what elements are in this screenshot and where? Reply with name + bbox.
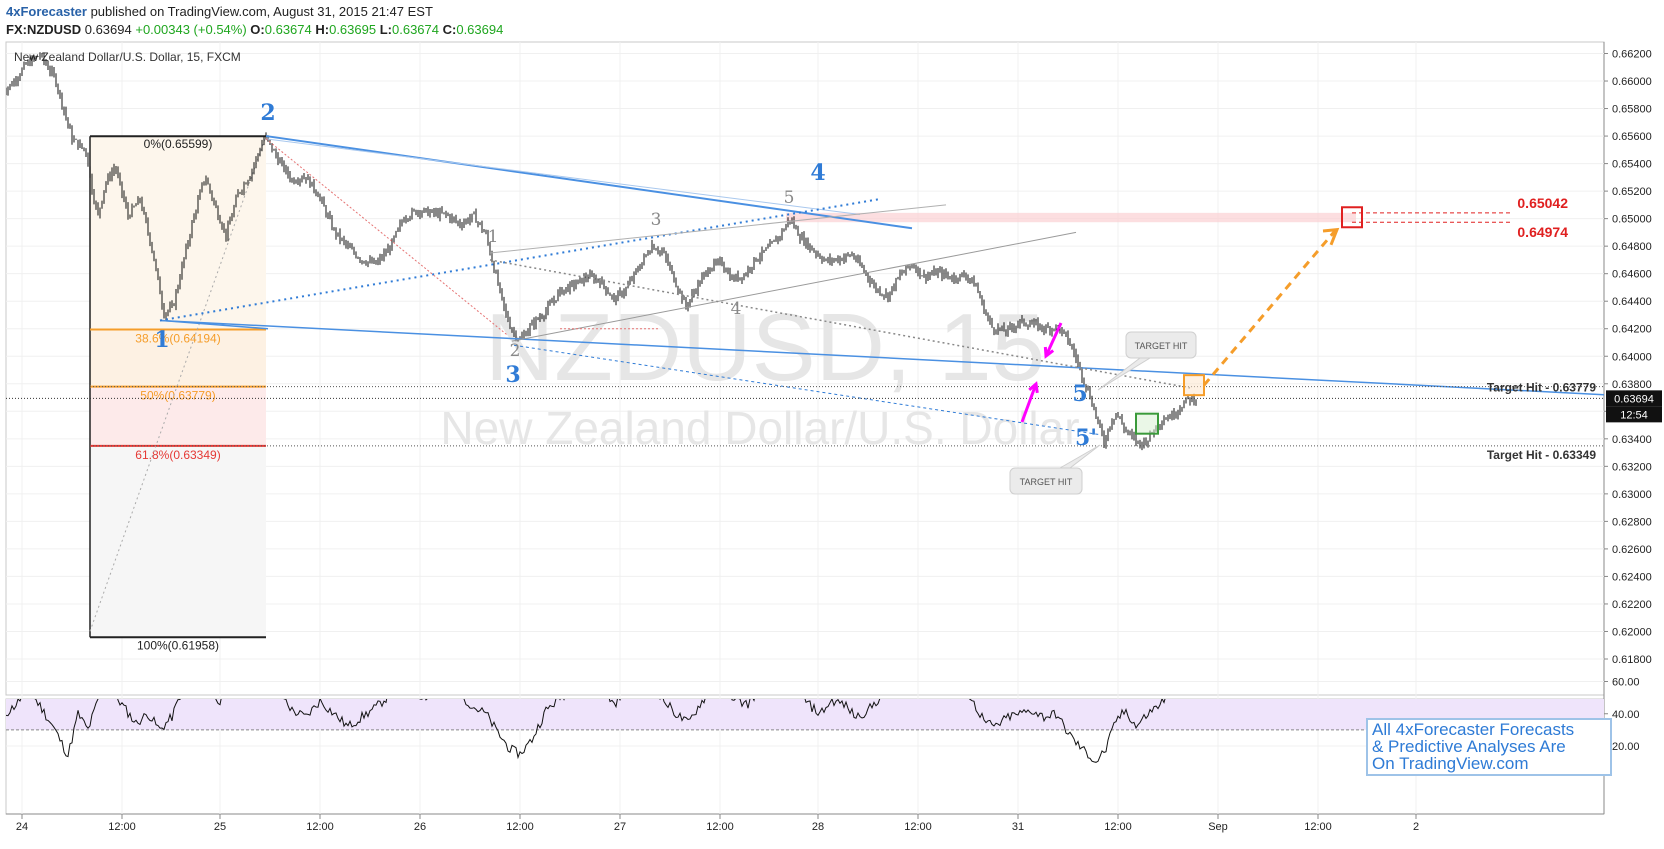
price-tick-label: 0.63200 <box>1612 461 1652 473</box>
callout-upper-label: TARGET HIT <box>1135 341 1188 351</box>
price-tick-label: 0.63000 <box>1612 489 1652 501</box>
target-high-value: 0.65042 <box>1517 195 1568 211</box>
promo-box[interactable]: All 4xForecaster Forecasts & Predictive … <box>1366 718 1612 776</box>
time-tick-label: 24 <box>16 821 28 833</box>
orange-box <box>1183 374 1205 397</box>
target-hit-upper-label: Target Hit - 0.63779 <box>1487 381 1596 395</box>
promo-line-1: All 4xForecaster Forecasts <box>1372 720 1575 739</box>
time-tick-label: 2 <box>1413 821 1419 833</box>
callout-lower-label: TARGET HIT <box>1020 477 1073 487</box>
target-low-value: 0.64974 <box>1517 224 1568 240</box>
open-value: 0.63674 <box>264 22 312 37</box>
publisher-link[interactable]: 4xForecaster <box>6 4 87 19</box>
price-tick-label: 0.64600 <box>1612 269 1652 281</box>
price-tick-label: 0.64400 <box>1612 296 1652 308</box>
high-label: H: <box>315 22 330 37</box>
price-tick-label: 0.65600 <box>1612 131 1652 143</box>
price-change: +0.00343 (+0.54%) <box>135 22 247 37</box>
time-tick-label: 26 <box>414 821 426 833</box>
rsi-tick-label: 40.00 <box>1612 709 1640 721</box>
time-tick-label: 12:00 <box>1304 821 1332 833</box>
time-tick-label: 12:00 <box>904 821 932 833</box>
fib-level-label: 50%(0.63779) <box>140 389 215 403</box>
publish-line: 4xForecaster published on TradingView.co… <box>6 4 433 19</box>
price-tick-label: 0.65000 <box>1612 214 1652 226</box>
fibonacci-retracement[interactable]: 0%(0.65599) 38.6%(0.64194) 50%(0.63779) 61.… <box>89 135 267 652</box>
wave-label-gray: 2 <box>510 341 521 361</box>
time-tick-label: 12:00 <box>306 821 334 833</box>
promo-line-3: On TradingView.com <box>1372 754 1529 773</box>
price-tick-label: 0.62200 <box>1612 599 1652 611</box>
low-value: 0.63674 <box>392 22 439 37</box>
price-tick-label: 0.62000 <box>1612 626 1652 638</box>
rsi-tick-label: 20.00 <box>1612 741 1640 753</box>
close-label: C: <box>442 22 457 37</box>
time-tick-label: 28 <box>812 821 824 833</box>
time-tick-label: 12:00 <box>108 821 136 833</box>
target-hit-lower-label: Target Hit - 0.63349 <box>1487 448 1596 462</box>
chart-title: New Zealand Dollar/U.S. Dollar, 15, FXCM <box>14 50 241 64</box>
price-tick-label: 0.65200 <box>1612 186 1652 198</box>
price-tick-label: 0.62400 <box>1612 571 1652 583</box>
time-tick-label: 12:00 <box>706 821 734 833</box>
time-tick-label: 25 <box>214 821 226 833</box>
price-tick-label: 0.62800 <box>1612 516 1652 528</box>
watermark-symbol: NZDUSD, 15 <box>485 294 1045 401</box>
time-tick-label: 12:00 <box>1104 821 1132 833</box>
wave-label-blue: 5' <box>1075 425 1097 451</box>
wave-label-gray: 4 <box>731 299 742 319</box>
fib-level-label: 61.8%(0.63349) <box>135 448 220 462</box>
last-price: 0.63694 <box>84 22 132 37</box>
fib-level-label: 0%(0.65599) <box>144 137 213 151</box>
fib-zone-0-38 <box>90 136 266 330</box>
promo-line-2: & Predictive Analyses Are <box>1372 737 1566 756</box>
quote-line: FX:NZDUSD 0.63694 +0.00343 (+0.54%) O:0.… <box>6 22 503 37</box>
time-tick-label: 12:00 <box>506 821 534 833</box>
price-tick-label: 0.63800 <box>1612 379 1652 391</box>
price-tick-label: 0.65400 <box>1612 159 1652 171</box>
fib-level-label: 100%(0.61958) <box>137 638 219 652</box>
wave-label-gray: 3 <box>651 210 662 230</box>
fib-level-label: 38.6%(0.64194) <box>135 332 220 346</box>
price-tick-label: 0.64000 <box>1612 351 1652 363</box>
price-tick-label: 0.65800 <box>1612 104 1652 116</box>
wave-label-gray: 5 <box>784 188 795 208</box>
wave-label-blue: 4 <box>810 160 825 186</box>
wave-label-blue: 5 <box>1072 381 1087 407</box>
symbol-label: FX:NZDUSD <box>6 22 82 37</box>
low-label: L: <box>379 22 392 37</box>
wave-label-blue: 1 <box>154 327 169 353</box>
time-tick-label: 31 <box>1012 821 1024 833</box>
target-zone-band <box>786 212 1356 223</box>
green-box <box>1135 412 1159 435</box>
chart-header: 4xForecaster published on TradingView.co… <box>0 0 1664 42</box>
price-tick-label: 0.62600 <box>1612 544 1652 556</box>
price-tick-label: 0.64200 <box>1612 324 1652 336</box>
close-value: 0.63694 <box>456 22 504 37</box>
last-price-tag-label: 0.63694 <box>1614 393 1654 405</box>
wave-label-blue: 2 <box>260 100 275 126</box>
rsi-tick-label: 60.00 <box>1612 677 1640 689</box>
price-tick-label: 0.61800 <box>1612 654 1652 666</box>
price-tick-label: 0.64800 <box>1612 241 1652 253</box>
price-tick-label: 0.66200 <box>1612 49 1652 61</box>
open-label: O: <box>250 22 265 37</box>
price-tick-label: 0.66000 <box>1612 76 1652 88</box>
time-tick-label: 27 <box>614 821 626 833</box>
wave-label-blue: 3 <box>505 362 520 388</box>
price-tick-label: 0.63400 <box>1612 434 1652 446</box>
time-tick-label: Sep <box>1208 821 1228 833</box>
publish-info: published on TradingView.com, August 31,… <box>86 4 433 19</box>
high-value: 0.63695 <box>329 22 377 37</box>
wave-label-gray: 1 <box>488 227 499 247</box>
fib-zone-61-100 <box>90 445 266 638</box>
countdown-tag-label: 12:54 <box>1620 409 1648 421</box>
